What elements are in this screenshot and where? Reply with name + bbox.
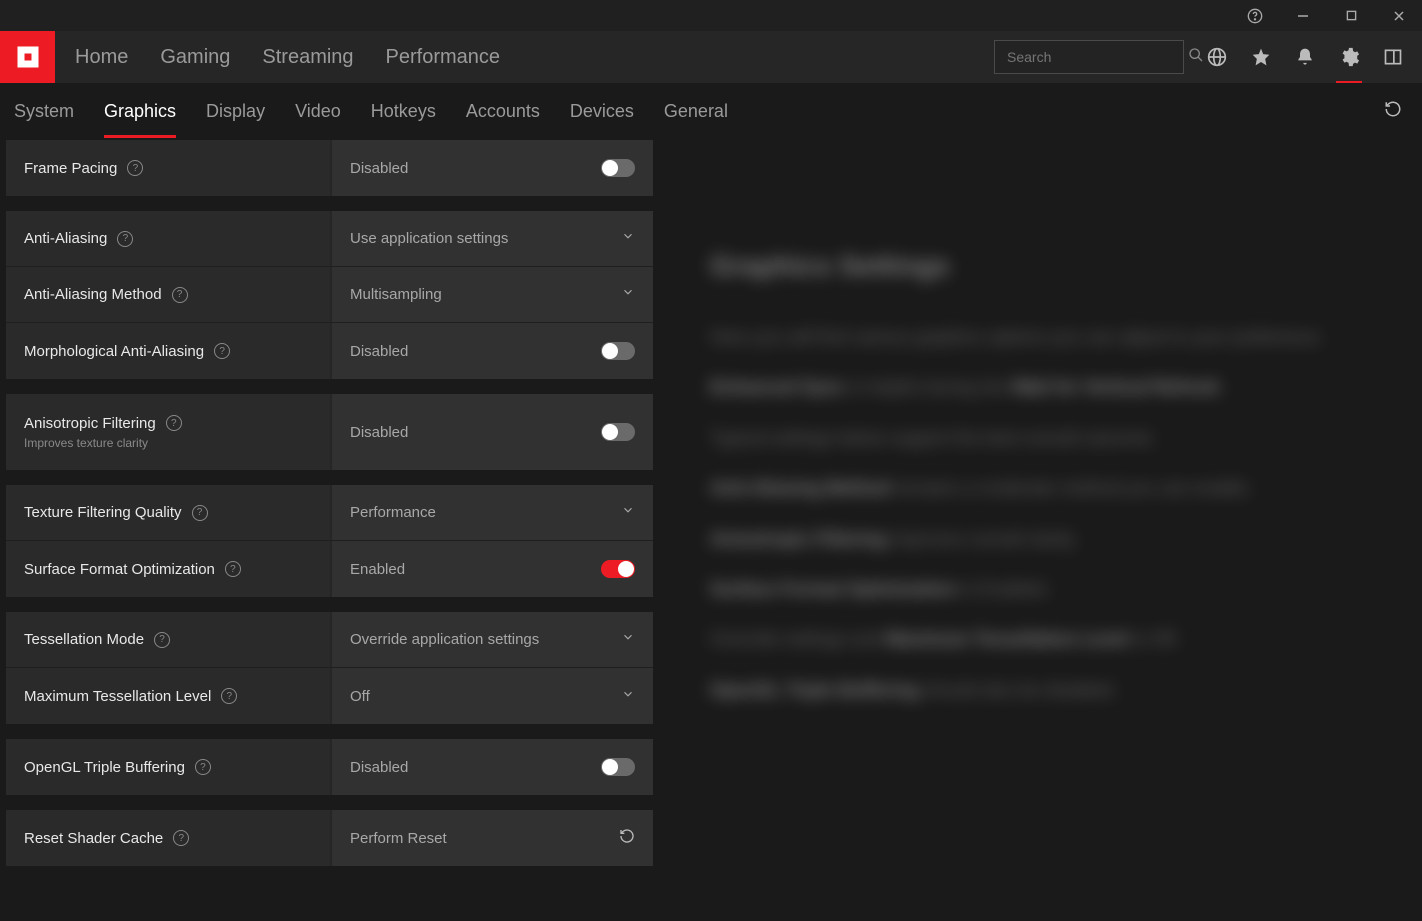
label-reset-shader: Reset Shader Cache bbox=[24, 830, 163, 847]
window-titlebar bbox=[0, 0, 1422, 31]
graphics-settings-panel: Frame Pacing? Disabled Anti-Aliasing? Us… bbox=[0, 140, 653, 866]
main-navbar: Home Gaming Streaming Performance bbox=[0, 31, 1422, 83]
row-morph-aa: Morphological Anti-Aliasing? Disabled bbox=[6, 323, 653, 379]
label-max-tess: Maximum Tessellation Level bbox=[24, 688, 211, 705]
search-input[interactable] bbox=[1007, 49, 1188, 65]
globe-icon[interactable] bbox=[1206, 46, 1228, 68]
toggle-surf-fmt[interactable] bbox=[601, 560, 635, 578]
value-frame-pacing[interactable]: Disabled bbox=[330, 140, 653, 196]
row-frame-pacing: Frame Pacing? Disabled bbox=[6, 140, 653, 196]
minimize-button[interactable] bbox=[1288, 1, 1318, 31]
row-aa-method: Anti-Aliasing Method? Multisampling bbox=[6, 267, 653, 323]
label-anti-aliasing: Anti-Aliasing bbox=[24, 230, 107, 247]
row-anisotropic: Anisotropic Filtering? Improves texture … bbox=[6, 394, 653, 470]
label-frame-pacing: Frame Pacing bbox=[24, 160, 117, 177]
dropdown-max-tess[interactable]: Off bbox=[330, 668, 653, 724]
bg-heading: Graphics Settings bbox=[710, 250, 1382, 282]
close-button[interactable] bbox=[1384, 1, 1414, 31]
toggle-ogl-triple[interactable] bbox=[601, 758, 635, 776]
help-icon[interactable]: ? bbox=[225, 561, 241, 577]
value-morph-aa[interactable]: Disabled bbox=[330, 323, 653, 379]
row-surf-fmt: Surface Format Optimization? Enabled bbox=[6, 541, 653, 597]
chevron-down-icon bbox=[621, 285, 635, 304]
nav-streaming[interactable]: Streaming bbox=[262, 46, 353, 69]
tab-video[interactable]: Video bbox=[295, 101, 341, 122]
help-icon[interactable]: ? bbox=[127, 160, 143, 176]
reset-icon bbox=[619, 828, 635, 849]
nav-performance[interactable]: Performance bbox=[386, 46, 501, 69]
panel-icon[interactable] bbox=[1382, 46, 1404, 68]
search-box[interactable] bbox=[994, 40, 1184, 74]
help-icon[interactable]: ? bbox=[166, 415, 182, 431]
tab-accounts[interactable]: Accounts bbox=[466, 101, 540, 122]
chevron-down-icon bbox=[621, 630, 635, 649]
toggle-morph-aa[interactable] bbox=[601, 342, 635, 360]
dropdown-aa-method[interactable]: Multisampling bbox=[330, 267, 653, 322]
value-ogl-triple[interactable]: Disabled bbox=[330, 739, 653, 795]
row-tess-mode: Tessellation Mode? Override application … bbox=[6, 612, 653, 668]
tab-hotkeys[interactable]: Hotkeys bbox=[371, 101, 436, 122]
button-reset-shader[interactable]: Perform Reset bbox=[330, 810, 653, 866]
gear-icon[interactable] bbox=[1338, 46, 1360, 68]
toggle-anisotropic[interactable] bbox=[601, 423, 635, 441]
dropdown-tess-mode[interactable]: Override application settings bbox=[330, 612, 653, 667]
label-tex-filter: Texture Filtering Quality bbox=[24, 504, 182, 521]
help-icon[interactable]: ? bbox=[154, 632, 170, 648]
row-ogl-triple: OpenGL Triple Buffering? Disabled bbox=[6, 739, 653, 795]
sublabel-anisotropic: Improves texture clarity bbox=[24, 436, 330, 450]
label-aa-method: Anti-Aliasing Method bbox=[24, 286, 162, 303]
help-icon[interactable]: ? bbox=[192, 505, 208, 521]
revert-icon[interactable] bbox=[1384, 100, 1402, 123]
dropdown-anti-aliasing[interactable]: Use application settings bbox=[330, 211, 653, 266]
tab-display[interactable]: Display bbox=[206, 101, 265, 122]
help-icon[interactable]: ? bbox=[117, 231, 133, 247]
help-icon[interactable]: ? bbox=[195, 759, 211, 775]
tab-general[interactable]: General bbox=[664, 101, 728, 122]
row-anti-aliasing: Anti-Aliasing? Use application settings bbox=[6, 211, 653, 267]
star-icon[interactable] bbox=[1250, 46, 1272, 68]
chevron-down-icon bbox=[621, 503, 635, 522]
dropdown-tex-filter[interactable]: Performance bbox=[330, 485, 653, 540]
maximize-button[interactable] bbox=[1336, 1, 1366, 31]
help-icon[interactable] bbox=[1240, 1, 1270, 31]
value-anisotropic[interactable]: Disabled bbox=[330, 394, 653, 470]
toggle-frame-pacing[interactable] bbox=[601, 159, 635, 177]
label-surf-fmt: Surface Format Optimization bbox=[24, 561, 215, 578]
bell-icon[interactable] bbox=[1294, 46, 1316, 68]
label-ogl-triple: OpenGL Triple Buffering bbox=[24, 759, 185, 776]
chevron-down-icon bbox=[621, 229, 635, 248]
tab-devices[interactable]: Devices bbox=[570, 101, 634, 122]
search-icon[interactable] bbox=[1188, 47, 1204, 68]
chevron-down-icon bbox=[621, 687, 635, 706]
value-surf-fmt[interactable]: Enabled bbox=[330, 541, 653, 597]
help-icon[interactable]: ? bbox=[214, 343, 230, 359]
help-icon[interactable]: ? bbox=[172, 287, 188, 303]
help-icon[interactable]: ? bbox=[173, 830, 189, 846]
label-morph-aa: Morphological Anti-Aliasing bbox=[24, 343, 204, 360]
nav-home[interactable]: Home bbox=[75, 46, 128, 69]
tab-graphics[interactable]: Graphics bbox=[104, 101, 176, 122]
label-tess-mode: Tessellation Mode bbox=[24, 631, 144, 648]
settings-subnav: System Graphics Display Video Hotkeys Ac… bbox=[0, 83, 1422, 139]
background-content: Graphics Settings Here you will find var… bbox=[670, 140, 1422, 921]
help-icon[interactable]: ? bbox=[221, 688, 237, 704]
amd-logo[interactable] bbox=[0, 31, 55, 83]
row-reset-shader: Reset Shader Cache? Perform Reset bbox=[6, 810, 653, 866]
nav-gaming[interactable]: Gaming bbox=[160, 46, 230, 69]
label-anisotropic: Anisotropic Filtering bbox=[24, 415, 156, 432]
row-max-tess: Maximum Tessellation Level? Off bbox=[6, 668, 653, 724]
tab-system[interactable]: System bbox=[14, 101, 74, 122]
row-tex-filter: Texture Filtering Quality? Performance bbox=[6, 485, 653, 541]
